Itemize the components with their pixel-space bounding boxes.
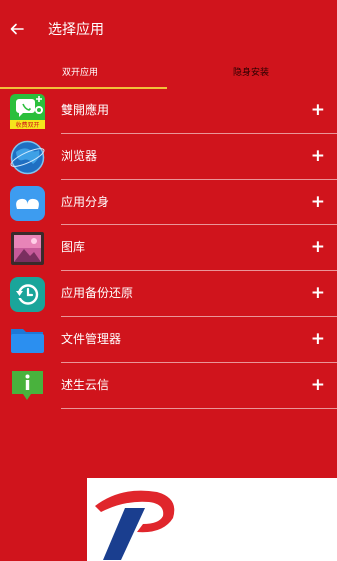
browser-globe-icon [10,140,45,175]
app-label: 述生云信 [61,377,110,392]
page-title: 选择应用 [48,22,104,38]
list-item[interactable]: 应用分身 + [0,180,337,226]
app-list: 收费双开 雙開應用 + 浏览器 + 应用分身 + 图库 + 应用备份还原 + 文… [0,88,337,409]
back-arrow-icon[interactable] [9,21,25,37]
tab-hidden-install[interactable]: 隐身安装 [233,58,269,88]
add-icon[interactable]: + [311,134,325,179]
add-icon[interactable]: + [311,180,325,225]
tab-bar: 双开应用 隐身安装 [0,58,337,90]
list-item[interactable]: 述生云信 + [0,363,337,409]
app-label: 应用备份还原 [61,286,134,301]
add-icon[interactable]: + [311,317,325,362]
row-divider [61,407,337,409]
app-label: 浏览器 [61,148,98,163]
list-item[interactable]: 浏览器 + [0,134,337,180]
dual-app-icon: 收费双开 [10,94,45,129]
list-item[interactable]: 应用备份还原 + [0,271,337,317]
gallery-icon [11,232,44,266]
backup-restore-icon [10,277,45,313]
list-item[interactable]: 文件管理器 + [0,317,337,363]
svg-text:收费双开: 收费双开 [15,121,39,129]
add-icon[interactable]: + [311,225,325,270]
app-label: 文件管理器 [61,331,122,346]
tab-dual-apps[interactable]: 双开应用 [62,58,98,88]
file-manager-icon [11,328,44,353]
brand-logo-icon [95,490,175,560]
watermark-logo [87,478,337,561]
app-header: 选择应用 [0,0,337,58]
app-label: 图库 [61,240,86,255]
info-chat-icon [12,370,43,400]
app-label: 雙開應用 [61,103,110,117]
app-label: 应用分身 [61,194,110,209]
add-icon[interactable]: + [311,88,325,133]
add-icon[interactable]: + [311,271,325,316]
list-item[interactable]: 图库 + [0,225,337,272]
add-icon[interactable]: + [311,363,325,408]
list-item[interactable]: 收费双开 雙開應用 + [0,88,337,134]
app-clone-icon [10,185,45,221]
